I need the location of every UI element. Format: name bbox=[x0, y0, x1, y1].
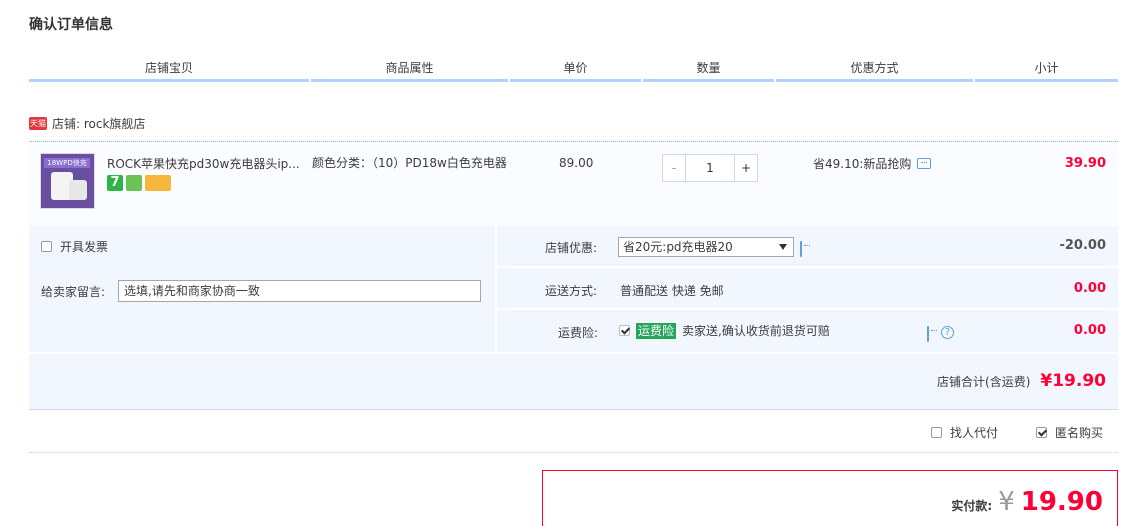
product-property: 颜色分类：（10）PD18w白色充电器 bbox=[312, 156, 507, 170]
column-header-row: 店铺宝贝 商品属性 单价 数量 优惠方式 小计 bbox=[29, 58, 1118, 84]
item-subtotal: 39.90 bbox=[1064, 156, 1106, 171]
anonymous-label: 匿名购买 bbox=[1055, 426, 1104, 440]
order-options-panel: 开具发票 给卖家留言: 选填,请先和商家协商一致 店铺优惠: 省20元:pd充电… bbox=[29, 226, 1118, 409]
quantity-stepper: - 1 + bbox=[662, 154, 758, 182]
thumbnail-caption: 18WPD快充 bbox=[44, 158, 90, 168]
guarantee-icon[interactable] bbox=[126, 175, 142, 191]
shop-row: 天猫 店铺: rock旗舰店 bbox=[29, 113, 145, 133]
page-title: 确认订单信息 bbox=[29, 17, 113, 33]
shop-total: 店铺合计(含运费) ¥19.90 bbox=[937, 371, 1106, 391]
final-total: 实付款: ¥ 19.90 bbox=[951, 487, 1103, 517]
proxy-pay-checkbox[interactable] bbox=[931, 427, 942, 438]
unit-price: 89.00 bbox=[559, 156, 594, 170]
divider bbox=[497, 308, 1118, 310]
chat-icon[interactable] bbox=[800, 241, 802, 257]
shipping-label: 运送方式: bbox=[545, 284, 598, 298]
final-total-amount: 19.90 bbox=[1020, 487, 1103, 517]
help-icon[interactable]: ? bbox=[941, 326, 954, 339]
chat-icon[interactable] bbox=[917, 158, 932, 169]
shop-discount-value: 省20元:pd充电器20 bbox=[623, 240, 733, 254]
message-label: 给卖家留言: bbox=[41, 285, 106, 299]
anonymous-checkbox[interactable] bbox=[1036, 427, 1047, 438]
anonymous-option: 匿名购买 bbox=[1036, 424, 1103, 441]
decrease-button[interactable]: - bbox=[663, 155, 685, 181]
final-total-label: 实付款: bbox=[951, 499, 993, 513]
proxy-pay-option: 找人代付 bbox=[931, 424, 998, 441]
divider bbox=[29, 409, 1118, 410]
invoice-label: 开具发票 bbox=[60, 240, 109, 254]
proxy-pay-label: 找人代付 bbox=[950, 426, 999, 440]
quantity-input[interactable]: 1 bbox=[685, 155, 735, 181]
column-header-item: 店铺宝贝 bbox=[29, 58, 309, 82]
shop-discount-label: 店铺优惠: bbox=[545, 241, 598, 255]
shop-total-amount: ¥19.90 bbox=[1040, 371, 1106, 391]
message-input[interactable]: 选填,请先和商家协商一致 bbox=[118, 280, 481, 302]
divider bbox=[29, 452, 1118, 453]
charger-image-icon bbox=[69, 180, 87, 200]
invoice-option: 开具发票 bbox=[41, 238, 108, 255]
shipping-value: 普通配送 快递 免邮 bbox=[620, 284, 724, 298]
shop-total-label: 店铺合计(含运费) bbox=[937, 375, 1031, 389]
product-thumbnail[interactable]: 18WPD快充 bbox=[40, 153, 95, 209]
discount-text: 省49.10:新品抢购 bbox=[813, 157, 912, 171]
column-header-quantity: 数量 bbox=[643, 58, 774, 82]
insurance-amount: 0.00 bbox=[1073, 323, 1106, 338]
shop-name[interactable]: 店铺: rock旗舰店 bbox=[52, 115, 145, 132]
invoice-checkbox[interactable] bbox=[41, 241, 52, 252]
tmall-icon: 天猫 bbox=[29, 116, 47, 130]
insurance-label: 运费险: bbox=[558, 326, 599, 340]
shipping-amount: 0.00 bbox=[1073, 281, 1106, 296]
divider bbox=[29, 352, 1118, 354]
product-title-link[interactable]: ROCK苹果快充pd30w充电器头ip... bbox=[107, 155, 307, 172]
shop-discount-select[interactable]: 省20元:pd充电器20 bbox=[618, 237, 794, 257]
divider bbox=[497, 266, 1118, 268]
final-total-box: 实付款: ¥ 19.90 bbox=[542, 470, 1118, 526]
order-item-row: 18WPD快充 ROCK苹果快充pd30w充电器头ip... 7 颜色分类：（1… bbox=[29, 142, 1118, 226]
discount-info: 省49.10:新品抢购 bbox=[813, 155, 932, 172]
insurance-text: 卖家送,确认收货前退货可赔 bbox=[682, 324, 830, 338]
column-header-subtotal: 小计 bbox=[975, 58, 1118, 82]
credit-card-icon[interactable] bbox=[145, 175, 171, 191]
column-header-price: 单价 bbox=[510, 58, 641, 82]
column-header-property: 商品属性 bbox=[311, 58, 508, 82]
increase-button[interactable]: + bbox=[735, 155, 757, 181]
divider bbox=[495, 226, 497, 352]
service-icons: 7 bbox=[107, 175, 171, 191]
chevron-down-icon bbox=[779, 244, 787, 250]
insurance-badge: 运费险 bbox=[636, 322, 677, 339]
shop-discount-amount: -20.00 bbox=[1059, 238, 1106, 253]
insurance-option: 运费险 卖家送,确认收货前退货可赔 bbox=[619, 322, 830, 339]
currency-symbol: ¥ bbox=[998, 487, 1015, 517]
column-header-discount: 优惠方式 bbox=[776, 58, 973, 82]
seven-day-return-icon[interactable]: 7 bbox=[107, 175, 123, 191]
chat-icon[interactable] bbox=[927, 326, 929, 342]
insurance-checkbox[interactable] bbox=[619, 325, 630, 336]
